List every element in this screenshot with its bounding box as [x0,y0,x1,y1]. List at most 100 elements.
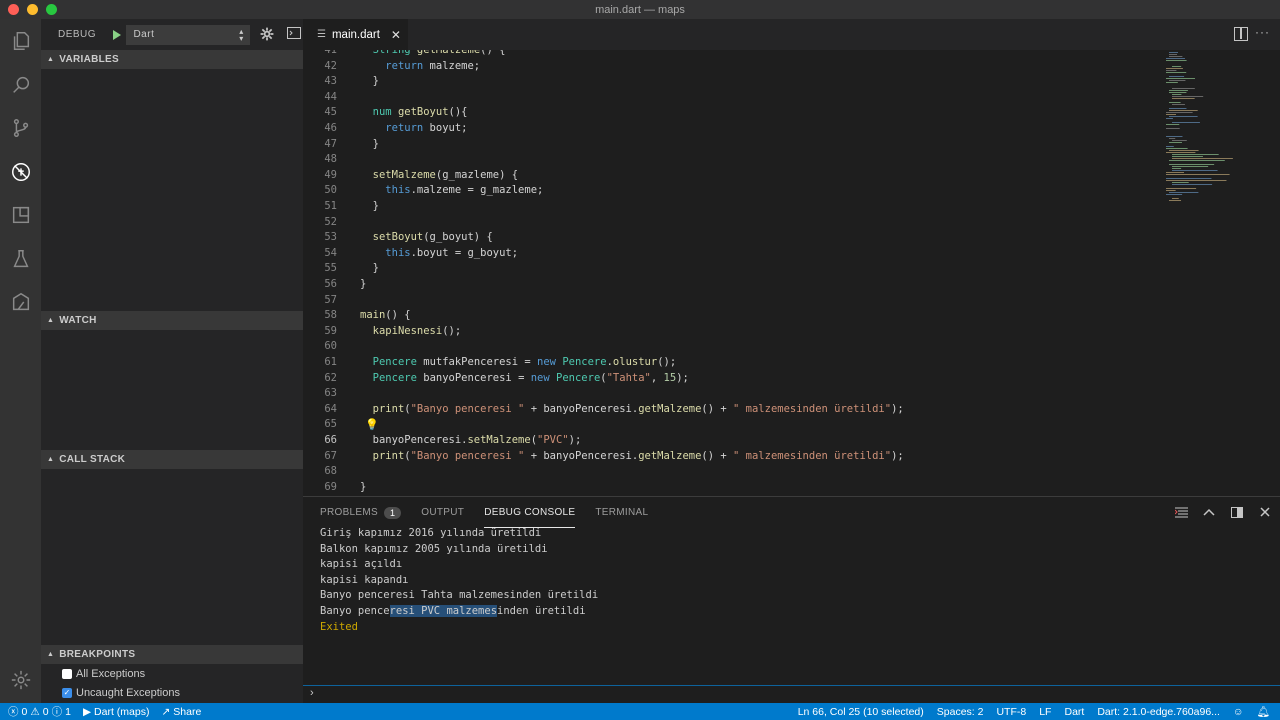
settings-gear-icon[interactable] [0,660,41,700]
line-number[interactable]: 52 [303,216,337,228]
minimize-window-button[interactable] [27,4,38,15]
launch-config-select[interactable]: Dart ▴ ▾ [126,24,250,45]
open-launch-json-button[interactable] [260,27,276,43]
code-line[interactable]: 58 main() { [303,309,1163,324]
tab-problems[interactable]: PROBLEMS 1 [320,497,402,528]
line-number[interactable]: 48 [303,153,337,165]
code-line[interactable]: 44 [303,91,1163,106]
start-debugging-button[interactable] [109,27,125,43]
debug-target-status[interactable]: ▶ Dart (maps) [83,706,150,718]
code-editor[interactable]: 41 String getMalzeme() {42 return malzem… [303,50,1280,496]
minimap[interactable] [1163,50,1280,496]
test-flask-icon[interactable] [0,239,41,279]
debug-console-button[interactable] [287,26,303,43]
clear-console-icon[interactable] [1174,505,1188,519]
tab-main-dart[interactable]: ☰ main.dart ✕ [303,19,408,50]
code-line[interactable]: 63 [303,387,1163,402]
sdk-version[interactable]: Dart: 2.1.0-edge.760a96... [1097,706,1220,718]
code-line[interactable]: 61 Pencere mutfakPenceresi = new Pencere… [303,356,1163,371]
line-number[interactable]: 66 [303,434,337,446]
tab-output[interactable]: OUTPUT [421,497,464,528]
code-line[interactable]: 65 [303,418,1163,433]
toggle-panel-position-icon[interactable] [1230,505,1244,519]
tab-terminal[interactable]: TERMINAL [595,497,648,528]
line-number[interactable]: 62 [303,372,337,384]
close-panel-icon[interactable] [1258,505,1272,519]
debug-icon[interactable] [0,152,41,192]
extensions-icon[interactable] [0,195,41,235]
line-number[interactable]: 45 [303,106,337,118]
code-line[interactable]: 55 } [303,262,1163,277]
line-ending[interactable]: LF [1039,706,1051,718]
code-line[interactable]: 48 [303,153,1163,168]
more-actions-icon[interactable]: ··· [1255,25,1270,39]
line-number[interactable]: 44 [303,91,337,103]
code-line[interactable]: 43 } [303,75,1163,90]
breakpoints-section-header[interactable]: ▲ BREAKPOINTS [41,645,303,664]
line-number[interactable]: 53 [303,231,337,243]
callstack-section-header[interactable]: ▲ CALL STACK [41,450,303,469]
line-number[interactable]: 51 [303,200,337,212]
remote-explorer-icon[interactable] [0,282,41,322]
encoding[interactable]: UTF-8 [996,706,1026,718]
indentation[interactable]: Spaces: 2 [937,706,984,718]
split-editor-icon[interactable] [1234,27,1248,41]
all-exceptions-checkbox[interactable] [62,669,72,679]
maximize-panel-icon[interactable] [1202,505,1216,519]
line-number[interactable]: 65 [303,418,337,430]
breakpoint-all-exceptions[interactable]: All Exceptions [62,665,145,683]
variables-section-header[interactable]: ▲ VARIABLES [41,50,303,69]
problems-status[interactable]: ⓧ 0 ⚠ 0 ⓘ 1 [8,704,71,719]
line-number[interactable]: 61 [303,356,337,368]
code-line[interactable]: 66 banyoPenceresi.setMalzeme("PVC"); [303,434,1163,449]
line-number[interactable]: 54 [303,247,337,259]
feedback-smiley-icon[interactable]: ☺ [1233,706,1244,718]
cursor-position[interactable]: Ln 66, Col 25 (10 selected) [798,706,924,718]
line-number[interactable]: 56 [303,278,337,290]
explorer-icon[interactable] [0,21,41,61]
code-line[interactable]: 64 print("Banyo penceresi " + banyoPence… [303,403,1163,418]
close-tab-icon[interactable]: ✕ [391,28,401,42]
lightbulb-icon[interactable]: 💡 [365,418,379,431]
code-line[interactable]: 50 this.malzeme = g_mazleme; [303,184,1163,199]
line-number[interactable]: 69 [303,481,337,493]
live-share-status[interactable]: ↗ Share [161,706,201,718]
line-number[interactable]: 43 [303,75,337,87]
debug-console-input[interactable]: › [303,685,1280,704]
close-window-button[interactable] [8,4,19,15]
code-line[interactable]: 51 } [303,200,1163,215]
code-line[interactable]: 42 return malzeme; [303,60,1163,75]
notifications-bell-icon[interactable]: 🔔︎ [1257,705,1270,718]
line-number[interactable]: 49 [303,169,337,181]
source-control-icon[interactable] [0,108,41,148]
line-number[interactable]: 41 [303,50,337,56]
line-number[interactable]: 60 [303,340,337,352]
watch-section-header[interactable]: ▲ WATCH [41,311,303,330]
code-line[interactable]: 60 [303,340,1163,355]
line-number[interactable]: 47 [303,138,337,150]
code-line[interactable]: 41 String getMalzeme() { [303,50,1163,59]
debug-console-output[interactable]: Giriş kapımız 2016 yılında üretildi Balko… [320,527,598,636]
code-line[interactable]: 53 setBoyut(g_boyut) { [303,231,1163,246]
code-line[interactable]: 46 return boyut; [303,122,1163,137]
line-number[interactable]: 68 [303,465,337,477]
line-number[interactable]: 59 [303,325,337,337]
search-icon[interactable] [0,65,41,105]
maximize-window-button[interactable] [46,4,57,15]
code-line[interactable]: 59 kapiNesnesi(); [303,325,1163,340]
line-number[interactable]: 58 [303,309,337,321]
code-line[interactable]: 67 print("Banyo penceresi " + banyoPence… [303,450,1163,465]
code-line[interactable]: 54 this.boyut = g_boyut; [303,247,1163,262]
code-line[interactable]: 62 Pencere banyoPenceresi = new Pencere(… [303,372,1163,387]
code-line[interactable]: 57 [303,294,1163,309]
tab-debug-console[interactable]: DEBUG CONSOLE [484,497,576,528]
code-line[interactable]: 47 } [303,138,1163,153]
code-line[interactable]: 49 setMalzeme(g_mazleme) { [303,169,1163,184]
line-number[interactable]: 57 [303,294,337,306]
uncaught-exceptions-checkbox[interactable]: ✓ [62,688,72,698]
line-number[interactable]: 42 [303,60,337,72]
language-mode[interactable]: Dart [1064,706,1084,718]
line-number[interactable]: 67 [303,450,337,462]
line-number[interactable]: 63 [303,387,337,399]
breakpoint-uncaught-exceptions[interactable]: ✓ Uncaught Exceptions [62,684,180,702]
